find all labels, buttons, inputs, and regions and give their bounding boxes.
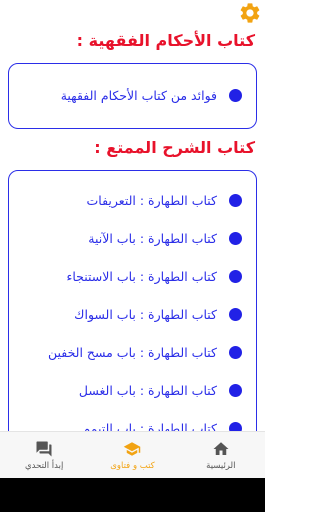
- list-item[interactable]: فوائد من كتاب الأحكام الفقهية: [21, 83, 242, 107]
- nav-label: كتب و فتاوى: [110, 460, 155, 471]
- nav-books-fatwas[interactable]: كتب و فتاوى: [88, 432, 176, 478]
- nav-home[interactable]: الرئيسية: [177, 432, 265, 478]
- bullet-dot-icon: [229, 345, 242, 359]
- bullet-dot-icon: [229, 383, 242, 397]
- home-icon: [213, 441, 229, 455]
- list-item-label: كتاب الطهارة : التعريفات: [86, 192, 217, 208]
- section-title-fiqh-rulings: كتاب الأحكام الفقهية :: [76, 31, 255, 50]
- chat-icon: [36, 441, 52, 456]
- list-item-label: فوائد من كتاب الأحكام الفقهية: [60, 87, 217, 103]
- settings-gear-icon[interactable]: [238, 1, 262, 25]
- list-item[interactable]: كتاب الطهارة : باب الغسل: [21, 378, 242, 402]
- bullet-dot-icon: [229, 307, 242, 321]
- system-navigation-bar: [0, 478, 265, 512]
- list-item[interactable]: كتاب الطهارة : التعريفات: [21, 188, 242, 212]
- list-item[interactable]: كتاب الطهارة : باب السواك: [21, 302, 242, 326]
- list-item[interactable]: كتاب الطهارة : باب الاستنجاء: [21, 264, 242, 288]
- sharh-mumti-card: كتاب الطهارة : التعريفات كتاب الطهارة : …: [8, 170, 257, 450]
- list-item-label: كتاب الطهارة : باب السواك: [74, 306, 217, 322]
- bullet-dot-icon: [229, 269, 242, 283]
- nav-label: إبدأ التحدي: [24, 460, 64, 471]
- nav-label: الرئيسية: [206, 460, 236, 471]
- graduation-cap-icon: [124, 441, 141, 456]
- fiqh-rulings-card: فوائد من كتاب الأحكام الفقهية: [8, 63, 257, 129]
- section-title-sharh-mumti: كتاب الشرح الممتع :: [94, 138, 255, 157]
- list-item[interactable]: كتاب الطهارة : باب مسح الخفين: [21, 340, 242, 364]
- bottom-navigation: إبدأ التحدي كتب و فتاوى الرئيسية: [0, 431, 265, 478]
- list-item-label: كتاب الطهارة : باب الآنية: [88, 230, 217, 246]
- bullet-dot-icon: [229, 231, 242, 245]
- list-item-label: كتاب الطهارة : باب مسح الخفين: [47, 344, 217, 360]
- list-item[interactable]: كتاب الطهارة : باب الآنية: [21, 226, 242, 250]
- list-item-label: كتاب الطهارة : باب الغسل: [78, 382, 217, 398]
- bullet-dot-icon: [229, 88, 242, 102]
- bullet-dot-icon: [229, 193, 242, 207]
- nav-start-challenge[interactable]: إبدأ التحدي: [0, 432, 88, 478]
- list-item-label: كتاب الطهارة : باب الاستنجاء: [66, 268, 217, 284]
